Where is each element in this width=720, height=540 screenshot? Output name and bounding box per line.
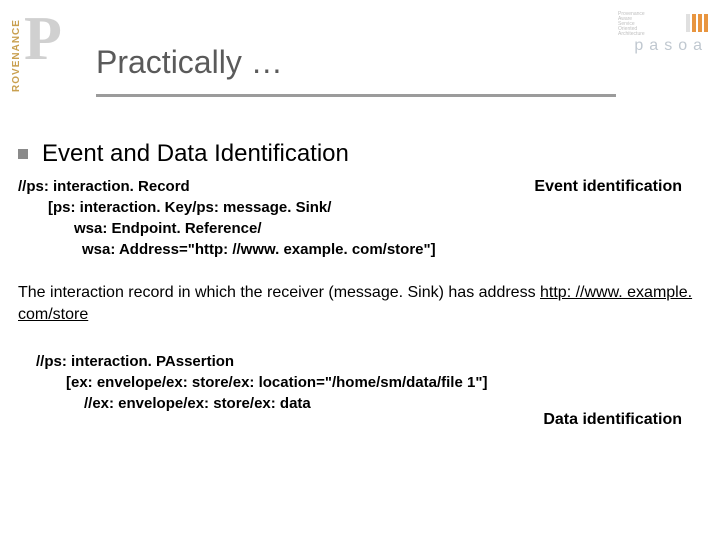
code-line: wsa: Address="http: //www. example. com/… [18,239,702,260]
section-title: Event and Data Identification [42,140,349,168]
code-line: [ex: envelope/ex: store/ex: location="/h… [36,372,702,393]
slide-title: Practically … [96,44,283,81]
bullet-icon [18,149,28,159]
pasoa-logo: Provenance Aware Service Oriented Archit… [634,14,708,55]
description-prefix: The interaction record in which the rece… [18,284,540,301]
event-code-block: Event identification //ps: interaction. … [18,176,702,260]
code-line: wsa: Endpoint. Reference/ [18,218,702,239]
data-identification-label: Data identification [543,409,682,431]
code-line: //ps: interaction. PAssertion [36,351,702,372]
logo-rotated-text: ROVENANCE [11,19,22,92]
logo-letter-p: P [24,8,62,70]
provenance-logo: ROVENANCE P [6,8,66,98]
event-identification-label: Event identification [534,176,682,198]
data-code-block: //ps: interaction. PAssertion [ex: envel… [36,351,702,414]
pasoa-bars-icon [686,14,708,32]
slide-content: Event and Data Identification Event iden… [18,140,702,414]
pasoa-word: pasoa [634,37,708,55]
pasoa-tagline: Provenance Aware Service Oriented Archit… [618,12,668,37]
description-text: The interaction record in which the rece… [18,282,702,325]
section-heading: Event and Data Identification [18,140,702,168]
title-underline [96,94,616,97]
code-line: [ps: interaction. Key/ps: message. Sink/ [18,197,702,218]
